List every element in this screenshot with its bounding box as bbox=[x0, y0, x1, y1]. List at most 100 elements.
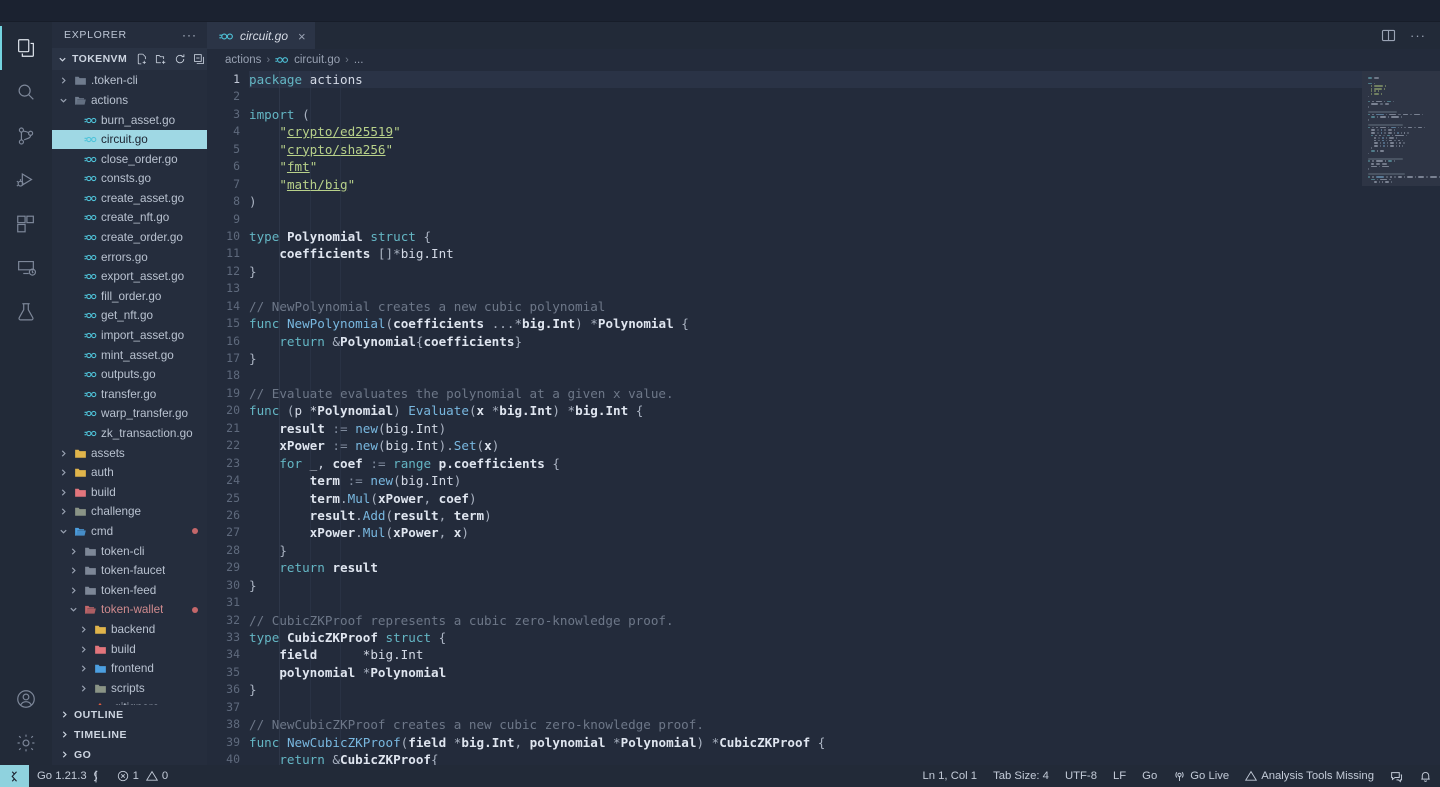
code-line[interactable] bbox=[249, 88, 1362, 105]
tree-file-circuit-go[interactable]: circuit.go bbox=[52, 129, 207, 150]
tree-file-create-order-go[interactable]: create_order.go bbox=[52, 228, 207, 248]
refresh-icon[interactable] bbox=[174, 53, 186, 65]
tree-file-export-asset-go[interactable]: export_asset.go bbox=[52, 267, 207, 287]
tree-file-outputs-go[interactable]: outputs.go bbox=[52, 365, 207, 385]
code-line[interactable]: return &Polynomial{coefficients} bbox=[249, 333, 1362, 350]
status-feedback[interactable] bbox=[1382, 765, 1411, 787]
tree-folder-token-cli[interactable]: token-cli bbox=[52, 541, 207, 561]
code-line[interactable]: } bbox=[249, 263, 1362, 280]
status-notifications[interactable] bbox=[1411, 765, 1440, 787]
code-line[interactable]: type Polynomial struct { bbox=[249, 228, 1362, 245]
code-line[interactable]: "fmt" bbox=[249, 158, 1362, 175]
code-line[interactable]: // Evaluate evaluates the polynomial at … bbox=[249, 385, 1362, 402]
code-line[interactable]: xPower.Mul(xPower, x) bbox=[249, 524, 1362, 541]
close-icon[interactable]: × bbox=[298, 29, 306, 44]
code-line[interactable]: "crypto/ed25519" bbox=[249, 123, 1362, 140]
tree-file-zk-transaction-go[interactable]: zk_transaction.go bbox=[52, 424, 207, 444]
tree-file-import-asset-go[interactable]: import_asset.go bbox=[52, 326, 207, 346]
explorer-more-actions[interactable]: ··· bbox=[182, 28, 197, 42]
new-folder-icon[interactable] bbox=[155, 53, 167, 65]
code-line[interactable]: // NewPolynomial creates a new cubic pol… bbox=[249, 298, 1362, 315]
code-line[interactable] bbox=[249, 367, 1362, 384]
status-encoding[interactable]: UTF-8 bbox=[1057, 765, 1105, 787]
code-line[interactable] bbox=[249, 280, 1362, 297]
tree-folder-token-feed[interactable]: token-feed bbox=[52, 580, 207, 600]
activity-item-source-control[interactable] bbox=[0, 114, 52, 158]
code-line[interactable]: import ( bbox=[249, 106, 1362, 123]
tree-folder-assets[interactable]: assets bbox=[52, 443, 207, 463]
activity-item-run-and-debug[interactable] bbox=[0, 158, 52, 202]
split-editor-icon[interactable] bbox=[1381, 28, 1396, 43]
status-go-version[interactable]: Go 1.21.3 bbox=[29, 765, 109, 787]
code-content[interactable]: package actions import ( "crypto/ed25519"… bbox=[249, 71, 1362, 765]
tree-folder-build[interactable]: build bbox=[52, 639, 207, 659]
code-line[interactable]: result.Add(result, term) bbox=[249, 507, 1362, 524]
code-line[interactable]: } bbox=[249, 542, 1362, 559]
activity-item-search[interactable] bbox=[0, 70, 52, 114]
code-line[interactable]: type CubicZKProof struct { bbox=[249, 629, 1362, 646]
more-actions-icon[interactable]: ··· bbox=[1410, 28, 1426, 43]
code-line[interactable]: ) bbox=[249, 193, 1362, 210]
tree-file-mint-asset-go[interactable]: mint_asset.go bbox=[52, 345, 207, 365]
new-file-icon[interactable] bbox=[136, 53, 148, 65]
code-line[interactable]: // CubicZKProof represents a cubic zero-… bbox=[249, 612, 1362, 629]
tree-folder-actions[interactable]: actions bbox=[52, 91, 207, 111]
activity-item-explorer[interactable] bbox=[0, 26, 52, 70]
tree-folder-auth[interactable]: auth bbox=[52, 463, 207, 483]
tree-file-consts-go[interactable]: consts.go bbox=[52, 169, 207, 189]
tab-circuit-go[interactable]: circuit.go × bbox=[207, 22, 315, 49]
status-go-live[interactable]: Go Live bbox=[1165, 765, 1237, 787]
code-line[interactable] bbox=[249, 594, 1362, 611]
workspace-root-row[interactable]: TOKENVM bbox=[52, 48, 207, 71]
code-line[interactable]: func NewCubicZKProof(field *big.Int, pol… bbox=[249, 734, 1362, 751]
activity-item-remote-explorer[interactable] bbox=[0, 246, 52, 290]
code-line[interactable]: } bbox=[249, 350, 1362, 367]
tree-file-transfer-go[interactable]: transfer.go bbox=[52, 385, 207, 405]
minimap[interactable] bbox=[1362, 71, 1440, 765]
tree-folder-token-faucet[interactable]: token-faucet bbox=[52, 561, 207, 581]
code-line[interactable]: for _, coef := range p.coefficients { bbox=[249, 455, 1362, 472]
breadcrumb-item-file[interactable]: circuit.go bbox=[294, 54, 340, 66]
tree-folder-frontend[interactable]: frontend bbox=[52, 659, 207, 679]
status-eol[interactable]: LF bbox=[1105, 765, 1134, 787]
tree-file-burn-asset-go[interactable]: burn_asset.go bbox=[52, 110, 207, 130]
code-line[interactable]: xPower := new(big.Int).Set(x) bbox=[249, 437, 1362, 454]
activity-item-extensions[interactable] bbox=[0, 202, 52, 246]
code-line[interactable]: // NewCubicZKProof creates a new cubic z… bbox=[249, 716, 1362, 733]
tree-folder-challenge[interactable]: challenge bbox=[52, 502, 207, 522]
code-line[interactable]: polynomial *Polynomial bbox=[249, 664, 1362, 681]
tree-folder-backend[interactable]: backend bbox=[52, 620, 207, 640]
tree-file--gitignore[interactable]: .gitignore bbox=[52, 698, 207, 705]
code-line[interactable]: } bbox=[249, 577, 1362, 594]
code-line[interactable]: result := new(big.Int) bbox=[249, 420, 1362, 437]
code-line[interactable]: package actions bbox=[249, 71, 1362, 89]
code-line[interactable]: return result bbox=[249, 559, 1362, 576]
remote-indicator[interactable] bbox=[0, 765, 29, 787]
tree-file-fill-order-go[interactable]: fill_order.go bbox=[52, 287, 207, 307]
code-line[interactable]: return &CubicZKProof{ bbox=[249, 751, 1362, 765]
collapse-all-icon[interactable] bbox=[193, 53, 205, 65]
tree-folder--token-cli[interactable]: .token-cli bbox=[52, 71, 207, 91]
tree-file-close-order-go[interactable]: close_order.go bbox=[52, 149, 207, 169]
breadcrumb-item-symbol[interactable]: ... bbox=[354, 54, 364, 66]
sidebar-section-outline[interactable]: OUTLINE bbox=[52, 705, 207, 725]
sidebar-section-timeline[interactable]: TIMELINE bbox=[52, 725, 207, 745]
code-line[interactable]: term.Mul(xPower, coef) bbox=[249, 490, 1362, 507]
file-tree[interactable]: .token-cli actions burn_asset.go circuit.go… bbox=[52, 70, 207, 705]
tree-folder-build[interactable]: build bbox=[52, 483, 207, 503]
activity-item-testing[interactable] bbox=[0, 290, 52, 334]
tree-folder-token-wallet[interactable]: token-wallet bbox=[52, 600, 207, 620]
sidebar-section-go[interactable]: GO bbox=[52, 745, 207, 765]
breadcrumb-item-folder[interactable]: actions bbox=[225, 54, 261, 66]
code-line[interactable] bbox=[249, 699, 1362, 716]
tree-file-create-asset-go[interactable]: create_asset.go bbox=[52, 189, 207, 209]
code-line[interactable] bbox=[249, 211, 1362, 228]
status-tab-size[interactable]: Tab Size: 4 bbox=[985, 765, 1057, 787]
code-editor[interactable]: 1 2 3 4 5 6 7 8 9 10 11 12 13 14 15 16 17 18 19 20 21 22 23 24 2… bbox=[207, 71, 1440, 765]
code-line[interactable]: func (p *Polynomial) Evaluate(x *big.Int… bbox=[249, 402, 1362, 419]
code-line[interactable]: term := new(big.Int) bbox=[249, 472, 1362, 489]
status-editor-position[interactable]: Ln 1, Col 1 bbox=[914, 765, 985, 787]
status-language-mode[interactable]: Go bbox=[1134, 765, 1165, 787]
status-problems[interactable]: 1 0 bbox=[109, 765, 177, 787]
activity-item-manage[interactable] bbox=[0, 721, 52, 765]
